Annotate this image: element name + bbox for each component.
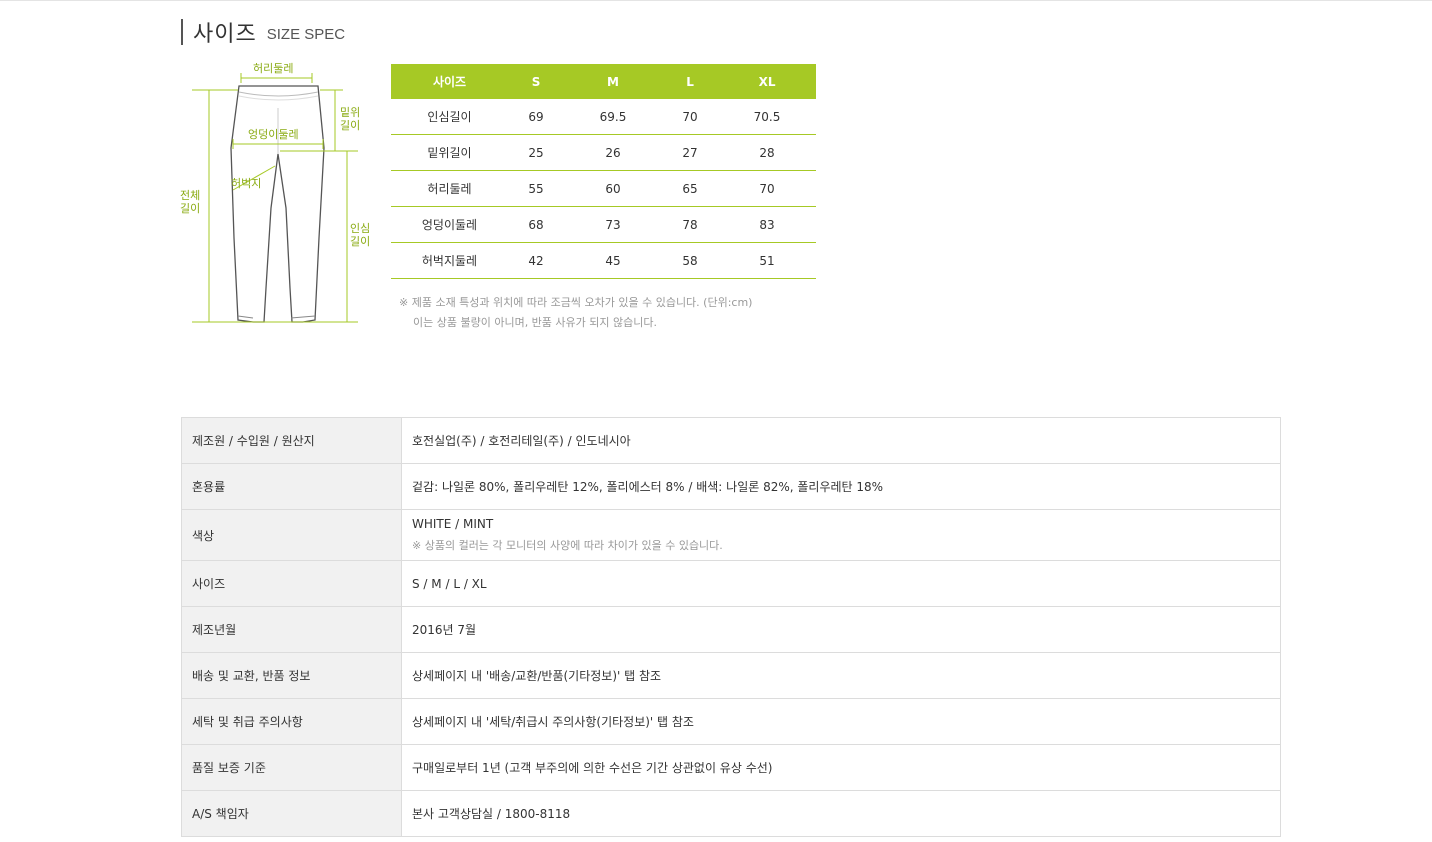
diagram-inseam-label: 인심 길이 (350, 222, 371, 248)
row-label: 허벅지둘레 (391, 242, 508, 279)
info-label: 색상 (181, 509, 402, 561)
cell-value: 78 (662, 206, 719, 243)
table-row: 혼용률 겉감: 나일론 80%, 폴리우레탄 12%, 폴리에스터 8% / 배… (181, 463, 1281, 510)
size-header-xl: XL (718, 64, 816, 99)
row-label: 허리둘레 (391, 170, 508, 207)
size-note-line-1: ※ 제품 소재 특성과 위치에 따라 조금씩 오차가 있을 수 있습니다. (단… (399, 296, 753, 309)
cell-value: 42 (508, 242, 565, 279)
cell-value: 45 (564, 242, 662, 279)
title-korean: 사이즈 (193, 22, 257, 47)
cell-value: 83 (718, 206, 816, 243)
table-row: A/S 책임자 본사 고객상담실 / 1800-8118 (181, 790, 1281, 837)
section-title: 사이즈 SIZE SPEC (181, 18, 346, 47)
cell-value: 26 (564, 134, 662, 171)
cell-value: 69.5 (564, 99, 662, 135)
cell-value: 27 (662, 134, 719, 171)
table-row: 배송 및 교환, 반품 정보 상세페이지 내 '배송/교환/반품(기타정보)' … (181, 652, 1281, 699)
info-label: 세탁 및 취급 주의사항 (181, 698, 402, 745)
info-label: 배송 및 교환, 반품 정보 (181, 652, 402, 699)
diagram-hip-label: 엉덩이둘레 (248, 128, 299, 141)
info-label: 제조원 / 수입원 / 원산지 (181, 417, 402, 464)
info-label: 혼용률 (181, 463, 402, 510)
diagram-waist-label: 허리둘레 (253, 62, 294, 75)
table-row: 엉덩이둘레 68 73 78 83 (391, 206, 816, 243)
cell-value: 68 (508, 206, 565, 243)
color-value: WHITE / MINT (412, 517, 494, 531)
cell-value: 60 (564, 170, 662, 207)
info-value-color: WHITE / MINT ※ 상품의 컬러는 각 모니터의 사양에 따라 차이가… (401, 509, 1281, 561)
table-row: 세탁 및 취급 주의사항 상세페이지 내 '세탁/취급시 주의사항(기타정보)'… (181, 698, 1281, 745)
title-english: SIZE SPEC (266, 25, 346, 43)
info-value: 상세페이지 내 '배송/교환/반품(기타정보)' 탭 참조 (401, 652, 1281, 699)
top-divider (0, 0, 1432, 1)
product-info-table: 제조원 / 수입원 / 원산지 호전실업(주) / 호전리테일(주) / 인도네… (181, 417, 1281, 837)
table-row: 밑위길이 25 26 27 28 (391, 134, 816, 171)
size-header-m: M (564, 64, 662, 99)
leggings-diagram: 허리둘레 밑위 길이 엉덩이둘레 허벅지 전체 길이 인심 길이 (178, 58, 378, 338)
table-row: 색상 WHITE / MINT ※ 상품의 컬러는 각 모니터의 사양에 따라 … (181, 509, 1281, 561)
info-value: 구매일로부터 1년 (고객 부주의에 의한 수선은 기간 상관없이 유상 수선) (401, 744, 1281, 791)
table-row: 제조년월 2016년 7월 (181, 606, 1281, 653)
cell-value: 55 (508, 170, 565, 207)
info-value: 상세페이지 내 '세탁/취급시 주의사항(기타정보)' 탭 참조 (401, 698, 1281, 745)
diagram-thigh-label: 허벅지 (231, 177, 262, 190)
row-label: 인심길이 (391, 99, 508, 135)
size-table-header-row: 사이즈 S M L XL (391, 64, 816, 99)
cell-value: 65 (662, 170, 719, 207)
info-value: S / M / L / XL (401, 560, 1281, 607)
cell-value: 70 (662, 99, 719, 135)
info-value: 본사 고객상담실 / 1800-8118 (401, 790, 1281, 837)
cell-value: 25 (508, 134, 565, 171)
cell-value: 73 (564, 206, 662, 243)
cell-value: 69 (508, 99, 565, 135)
size-header-s: S (508, 64, 565, 99)
size-header-label: 사이즈 (391, 64, 508, 99)
diagram-total-length-label: 전체 길이 (180, 189, 201, 215)
info-value: 겉감: 나일론 80%, 폴리우레탄 12%, 폴리에스터 8% / 배색: 나… (401, 463, 1281, 510)
cell-value: 51 (718, 242, 816, 279)
table-row: 인심길이 69 69.5 70 70.5 (391, 99, 816, 135)
table-row: 허벅지둘레 42 45 58 51 (391, 242, 816, 279)
info-label: 품질 보증 기준 (181, 744, 402, 791)
info-label: 제조년월 (181, 606, 402, 653)
size-spec-table: 사이즈 S M L XL 인심길이 69 69.5 70 70.5 밑위길이 2… (391, 64, 816, 279)
info-label: A/S 책임자 (181, 790, 402, 837)
leggings-illustration (192, 73, 358, 323)
cell-value: 70.5 (718, 99, 816, 135)
cell-value: 28 (718, 134, 816, 171)
row-label: 엉덩이둘레 (391, 206, 508, 243)
table-row: 허리둘레 55 60 65 70 (391, 170, 816, 207)
cell-value: 70 (718, 170, 816, 207)
table-row: 품질 보증 기준 구매일로부터 1년 (고객 부주의에 의한 수선은 기간 상관… (181, 744, 1281, 791)
row-label: 밑위길이 (391, 134, 508, 171)
table-row: 제조원 / 수입원 / 원산지 호전실업(주) / 호전리테일(주) / 인도네… (181, 417, 1281, 464)
size-note-line-2: 이는 상품 불량이 아니며, 반품 사유가 되지 않습니다. (413, 316, 657, 329)
size-header-l: L (662, 64, 719, 99)
diagram-rise-label: 밑위 길이 (340, 106, 361, 132)
title-bar (181, 19, 183, 45)
info-value: 2016년 7월 (401, 606, 1281, 653)
cell-value: 58 (662, 242, 719, 279)
info-value: 호전실업(주) / 호전리테일(주) / 인도네시아 (401, 417, 1281, 464)
table-row: 사이즈 S / M / L / XL (181, 560, 1281, 607)
info-label: 사이즈 (181, 560, 402, 607)
color-note: ※ 상품의 컬러는 각 모니터의 사양에 따라 차이가 있을 수 있습니다. (412, 539, 723, 552)
size-note: ※ 제품 소재 특성과 위치에 따라 조금씩 오차가 있을 수 있습니다. (단… (399, 293, 752, 333)
